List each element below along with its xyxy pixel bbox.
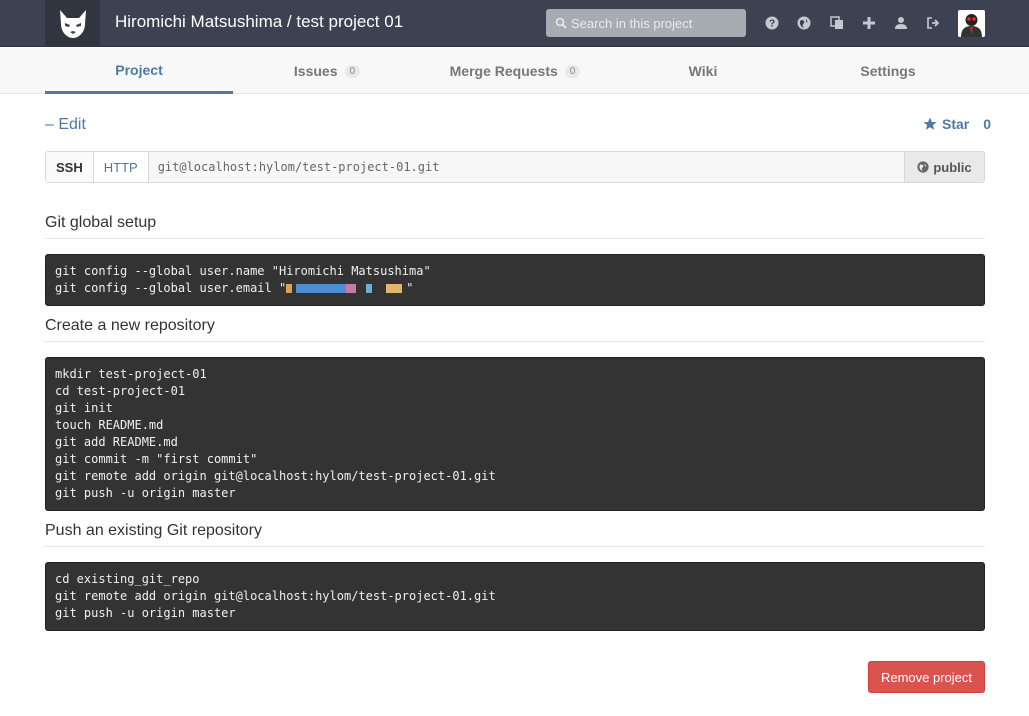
issues-count-badge: 0 <box>344 64 361 78</box>
logout-button[interactable] <box>924 14 942 32</box>
plus-icon <box>863 17 875 29</box>
global-setup-heading: Git global setup <box>45 214 985 239</box>
question-icon: ? <box>765 16 779 30</box>
star-count: 0 <box>983 116 992 132</box>
edit-link[interactable]: – Edit <box>45 116 86 134</box>
tab-merge-requests[interactable]: Merge Requests 0 <box>421 48 609 94</box>
svg-text:?: ? <box>769 19 775 30</box>
new-project-button[interactable] <box>860 14 878 32</box>
user-icon <box>895 17 907 29</box>
search-input[interactable] <box>571 15 741 31</box>
search-icon <box>555 17 567 29</box>
tab-label: Wiki <box>688 63 718 79</box>
new-repo-code: mkdir test-project-01 cd test-project-01… <box>45 357 985 511</box>
project-title[interactable]: Hiromichi Matsushima / test project 01 <box>115 12 403 32</box>
snippets-button[interactable] <box>828 14 846 32</box>
star-label: Star <box>942 116 970 132</box>
profile-settings-button[interactable] <box>892 14 910 32</box>
existing-repo-heading: Push an existing Git repository <box>45 522 985 547</box>
visibility-badge: public <box>904 152 984 182</box>
clone-url-input[interactable]: git@localhost:hylom/test-project-01.git <box>148 152 904 182</box>
code-line-suffix: " <box>406 281 414 295</box>
fox-logo-icon <box>59 9 86 38</box>
logo[interactable] <box>45 0 100 47</box>
ssh-button[interactable]: SSH <box>46 152 94 182</box>
star-button[interactable]: Star 0 <box>923 116 991 132</box>
global-setup-code: git config --global user.name "Hiromichi… <box>45 254 985 306</box>
tab-label: Merge Requests <box>449 63 558 79</box>
clone-panel: SSH HTTP git@localhost:hylom/test-projec… <box>45 151 985 183</box>
tab-wiki[interactable]: Wiki <box>609 48 797 94</box>
tab-settings[interactable]: Settings <box>797 48 979 94</box>
tab-project[interactable]: Project <box>45 48 233 94</box>
existing-repo-code: cd existing_git_repo git remote add orig… <box>45 562 985 631</box>
new-repo-heading: Create a new repository <box>45 317 985 342</box>
explore-button[interactable] <box>795 14 813 32</box>
tab-label: Settings <box>860 63 916 79</box>
project-nav: Project Issues 0 Merge Requests 0 Wiki S… <box>0 48 1029 94</box>
top-header: Hiromichi Matsushima / test project 01 ? <box>0 0 1029 47</box>
redacted-email <box>286 284 407 293</box>
tab-label: Project <box>115 61 163 78</box>
globe-icon <box>797 16 811 30</box>
sign-out-icon <box>927 17 940 29</box>
star-icon <box>923 117 937 130</box>
code-line: git config --global user.name "Hiromichi… <box>55 264 431 278</box>
avatar[interactable] <box>958 10 985 37</box>
code-line-prefix: git config --global user.email " <box>55 281 287 295</box>
avatar-image-icon <box>958 10 985 37</box>
visibility-label: public <box>933 159 972 175</box>
help-button[interactable]: ? <box>763 14 781 32</box>
copy-icon <box>830 16 843 29</box>
globe-icon <box>917 161 929 173</box>
merge-requests-count-badge: 0 <box>564 64 581 78</box>
tab-label: Issues <box>293 63 338 79</box>
http-button[interactable]: HTTP <box>93 152 149 182</box>
tab-issues[interactable]: Issues 0 <box>233 48 421 94</box>
remove-project-button[interactable]: Remove project <box>868 661 985 693</box>
search-box[interactable] <box>546 9 746 37</box>
